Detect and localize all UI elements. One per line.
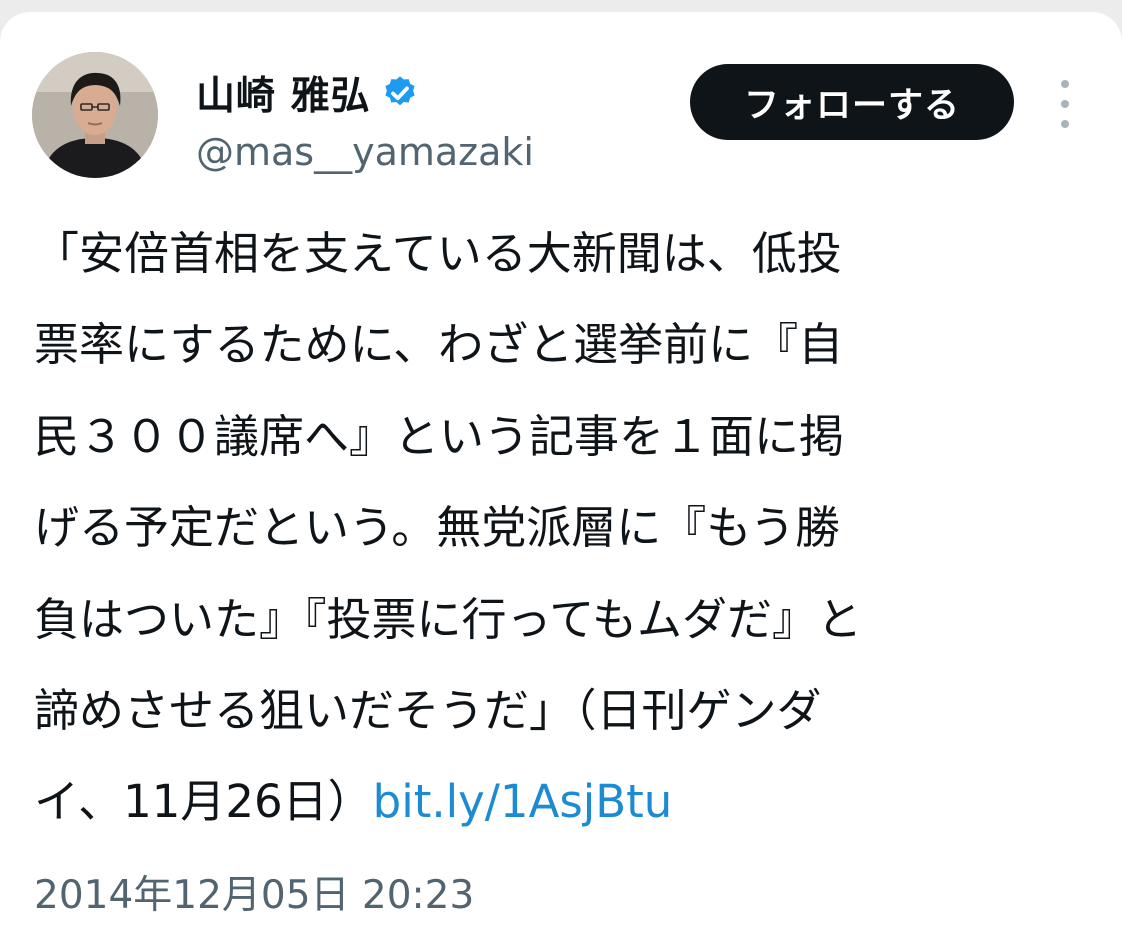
tweet-text-last-line: イ、11月26日）bit.ly/1AsjBtu bbox=[34, 756, 1064, 847]
author-avatar[interactable] bbox=[32, 52, 158, 178]
tweet-card: 山崎 雅弘 @mas__yamazaki フォローする 「安倍首相を支えている大… bbox=[0, 12, 1122, 925]
tweet-text-line: げる予定だという。無党派層に『もう勝 bbox=[34, 501, 840, 555]
author-display-name[interactable]: 山崎 雅弘 bbox=[196, 65, 371, 121]
tweet-source-text: イ、11月26日） bbox=[34, 775, 373, 829]
tweet-text-line: 票率にするために、わざと選挙前に『自 bbox=[34, 318, 844, 372]
follow-button[interactable]: フォローする bbox=[690, 64, 1014, 140]
tweet-link[interactable]: bit.ly/1AsjBtu bbox=[373, 775, 673, 828]
verified-badge-icon bbox=[385, 76, 415, 106]
more-vertical-icon[interactable] bbox=[1052, 80, 1078, 128]
more-dot bbox=[1061, 100, 1069, 108]
tweet-text-line: 負はついた』『投票に行ってもムダだ』と bbox=[34, 592, 863, 646]
tweet-text-line: 民３００議席へ』という記事を１面に掲 bbox=[34, 409, 845, 463]
author-handle[interactable]: @mas__yamazaki bbox=[196, 130, 534, 174]
tweet-text-line: 諦めさせる狙いだそうだ」（日刊ゲンダ bbox=[34, 683, 822, 737]
more-dot bbox=[1061, 120, 1069, 128]
tweet-timestamp[interactable]: 2014年12月05日 20:23 bbox=[34, 864, 474, 920]
avatar-photo bbox=[32, 52, 158, 178]
tweet-text-line: 「安倍首相を支えている大新聞は、低投 bbox=[34, 227, 842, 280]
more-dot bbox=[1061, 80, 1069, 88]
author-name-row[interactable]: 山崎 雅弘 bbox=[196, 65, 419, 121]
tweet-text: 「安倍首相を支えている大新聞は、低投 票率にするために、わざと選挙前に『自 民３… bbox=[34, 208, 1064, 848]
